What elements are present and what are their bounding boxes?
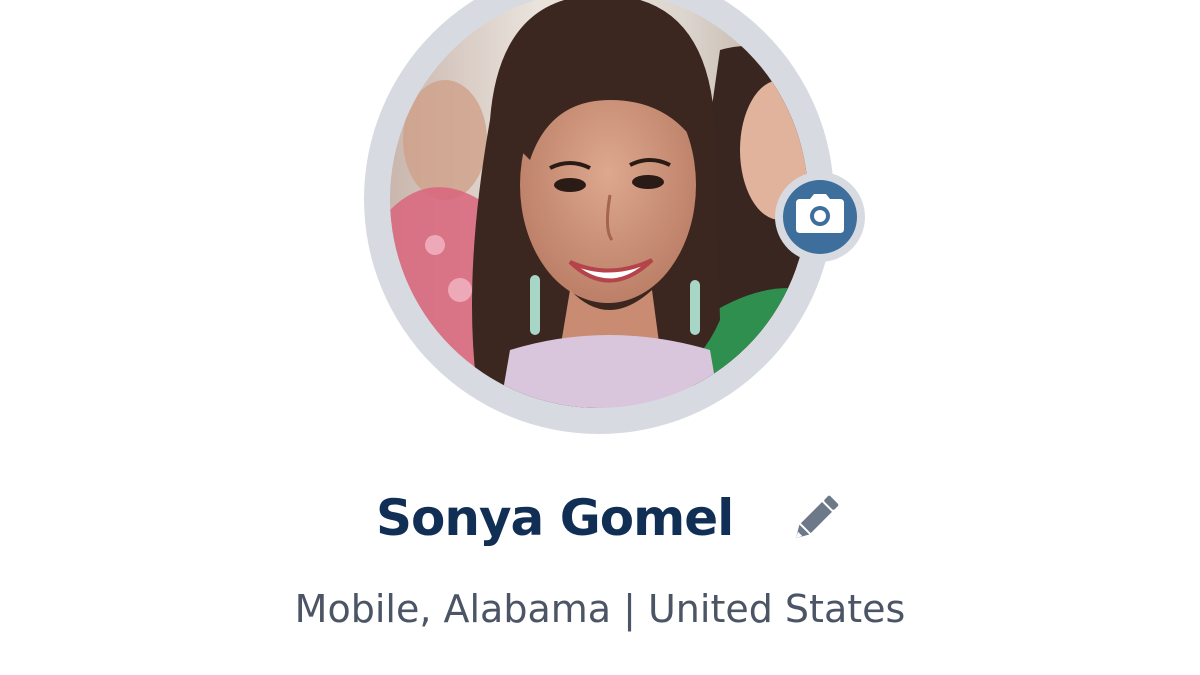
profile-header: Sonya Gomel Mobile, Alabama | United Sta… bbox=[0, 0, 1200, 675]
profile-name: Sonya Gomel bbox=[376, 489, 734, 547]
change-photo-button[interactable] bbox=[775, 172, 865, 262]
edit-name-button[interactable] bbox=[786, 490, 844, 548]
avatar-photo bbox=[390, 0, 808, 408]
avatar bbox=[390, 0, 808, 408]
camera-icon bbox=[796, 194, 844, 233]
pencil-icon bbox=[795, 495, 839, 539]
name-row: Sonya Gomel bbox=[0, 480, 1200, 556]
profile-location: Mobile, Alabama | United States bbox=[294, 587, 906, 631]
